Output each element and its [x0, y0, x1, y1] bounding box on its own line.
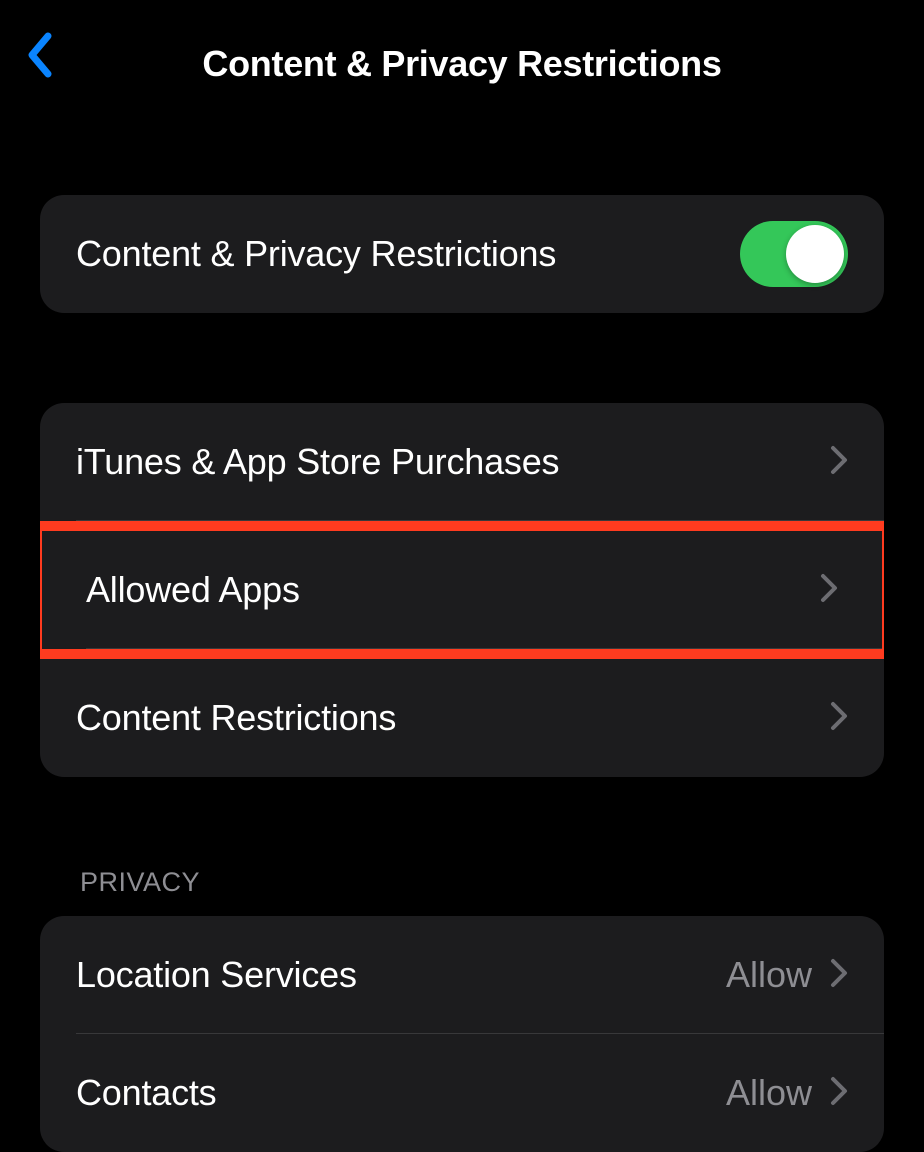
content-privacy-toggle[interactable] — [740, 221, 848, 287]
toggle-label: Content & Privacy Restrictions — [76, 233, 740, 275]
privacy-section-wrapper: PRIVACY Location Services Allow Contacts… — [40, 867, 884, 1152]
chevron-right-icon — [830, 958, 848, 993]
allowed-apps-row[interactable]: Allowed Apps — [42, 531, 882, 649]
divider — [86, 648, 882, 649]
page-title: Content & Privacy Restrictions — [24, 43, 900, 85]
row-value: Allow — [726, 954, 812, 996]
toggle-knob — [786, 225, 844, 283]
chevron-right-icon — [830, 1076, 848, 1111]
content-privacy-toggle-row[interactable]: Content & Privacy Restrictions — [40, 195, 884, 313]
row-label: Location Services — [76, 954, 726, 996]
chevron-right-icon — [820, 573, 838, 608]
chevron-left-icon — [24, 32, 54, 78]
row-value: Allow — [726, 1072, 812, 1114]
row-label: Allowed Apps — [86, 569, 820, 611]
content-section: iTunes & App Store Purchases Allowed App… — [40, 403, 884, 777]
privacy-section-header: PRIVACY — [40, 867, 884, 916]
highlight-annotation: Allowed Apps — [40, 521, 884, 659]
row-label: Contacts — [76, 1072, 726, 1114]
row-label: Content Restrictions — [76, 697, 830, 739]
privacy-section: Location Services Allow Contacts Allow — [40, 916, 884, 1152]
itunes-app-store-row[interactable]: iTunes & App Store Purchases — [40, 403, 884, 521]
content-restrictions-row[interactable]: Content Restrictions — [40, 659, 884, 777]
location-services-row[interactable]: Location Services Allow — [40, 916, 884, 1034]
back-button[interactable] — [24, 32, 54, 78]
row-label: iTunes & App Store Purchases — [76, 441, 830, 483]
toggle-section: Content & Privacy Restrictions — [40, 195, 884, 313]
chevron-right-icon — [830, 445, 848, 480]
nav-header: Content & Privacy Restrictions — [0, 0, 924, 100]
chevron-right-icon — [830, 701, 848, 736]
content-area: Content & Privacy Restrictions iTunes & … — [0, 195, 924, 1152]
contacts-row[interactable]: Contacts Allow — [40, 1034, 884, 1152]
